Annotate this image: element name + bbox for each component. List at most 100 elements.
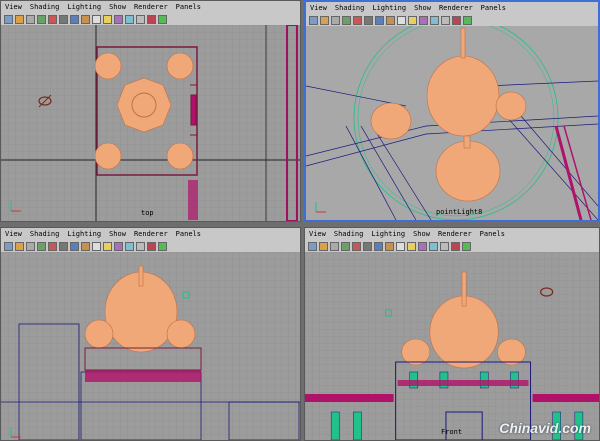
wireframe-icon[interactable] — [70, 14, 79, 24]
resolution-gate-icon[interactable] — [451, 241, 460, 251]
viewport-canvas[interactable] — [1, 252, 300, 440]
menu-panels[interactable]: Panels — [176, 3, 201, 11]
viewport-side[interactable]: View Shading Lighting Show Renderer Panels — [0, 227, 301, 441]
lock-camera-icon[interactable] — [26, 241, 35, 251]
film-gate-icon[interactable] — [158, 241, 167, 251]
panel-toolbar — [1, 13, 300, 25]
grid-icon[interactable] — [59, 14, 68, 24]
xray-icon[interactable] — [396, 241, 405, 251]
lock-camera-icon[interactable] — [26, 14, 35, 24]
menu-shading[interactable]: Shading — [30, 3, 60, 11]
camera-icon[interactable] — [4, 14, 13, 24]
select-camera-icon[interactable] — [15, 14, 24, 24]
viewport-canvas[interactable]: top — [1, 25, 300, 221]
select-camera-icon[interactable] — [320, 15, 329, 25]
xray-icon[interactable] — [92, 14, 101, 24]
menu-renderer[interactable]: Renderer — [134, 3, 168, 11]
grid-icon[interactable] — [59, 241, 68, 251]
menu-lighting[interactable]: Lighting — [371, 230, 405, 238]
menu-lighting[interactable]: Lighting — [67, 230, 101, 238]
bookmark-icon[interactable] — [342, 15, 351, 25]
wireframe-icon[interactable] — [374, 241, 383, 251]
wireframe-icon[interactable] — [375, 15, 384, 25]
camera-icon[interactable] — [4, 241, 13, 251]
select-camera-icon[interactable] — [15, 241, 24, 251]
menu-view[interactable]: View — [5, 3, 22, 11]
texture-icon[interactable] — [114, 14, 123, 24]
texture-icon[interactable] — [114, 241, 123, 251]
camera-icon[interactable] — [308, 241, 317, 251]
texture-icon[interactable] — [419, 15, 428, 25]
isolate-icon[interactable] — [125, 14, 134, 24]
light-icon[interactable] — [408, 15, 417, 25]
camera-label: Front — [441, 428, 463, 436]
menu-view[interactable]: View — [5, 230, 22, 238]
menu-lighting[interactable]: Lighting — [372, 4, 406, 12]
panel-menubar: View Shading Lighting Show Renderer Panels — [1, 1, 300, 13]
bookmark-icon[interactable] — [341, 241, 350, 251]
isolate-icon[interactable] — [429, 241, 438, 251]
menu-show[interactable]: Show — [413, 230, 430, 238]
camera-icon[interactable] — [309, 15, 318, 25]
bookmark-icon[interactable] — [37, 241, 46, 251]
bookmark-icon[interactable] — [37, 14, 46, 24]
viewport-front[interactable]: View Shading Lighting Show Renderer Panels — [304, 227, 600, 441]
light-icon[interactable] — [407, 241, 416, 251]
menu-shading[interactable]: Shading — [335, 4, 365, 12]
side-view-geometry — [1, 252, 300, 440]
film-gate-icon[interactable] — [462, 241, 471, 251]
smooth-shade-icon[interactable] — [386, 15, 395, 25]
menu-view[interactable]: View — [309, 230, 326, 238]
isolate-icon[interactable] — [430, 15, 439, 25]
menu-shading[interactable]: Shading — [30, 230, 60, 238]
image-plane-icon[interactable] — [353, 15, 362, 25]
menu-renderer[interactable]: Renderer — [134, 230, 168, 238]
hud-icon[interactable] — [136, 241, 145, 251]
grid-icon[interactable] — [364, 15, 373, 25]
hud-icon[interactable] — [440, 241, 449, 251]
resolution-gate-icon[interactable] — [452, 15, 461, 25]
smooth-shade-icon[interactable] — [385, 241, 394, 251]
persp-view-geometry — [306, 26, 598, 220]
menu-lighting[interactable]: Lighting — [67, 3, 101, 11]
menu-panels[interactable]: Panels — [176, 230, 201, 238]
light-icon[interactable] — [103, 241, 112, 251]
viewport-top[interactable]: View Shading Lighting Show Renderer Panels — [0, 0, 301, 222]
film-gate-icon[interactable] — [463, 15, 472, 25]
xray-icon[interactable] — [92, 241, 101, 251]
light-icon[interactable] — [103, 14, 112, 24]
wireframe-icon[interactable] — [70, 241, 79, 251]
smooth-shade-icon[interactable] — [81, 14, 90, 24]
resolution-gate-icon[interactable] — [147, 14, 156, 24]
menu-renderer[interactable]: Renderer — [439, 4, 473, 12]
menu-renderer[interactable]: Renderer — [438, 230, 472, 238]
isolate-icon[interactable] — [125, 241, 134, 251]
smooth-shade-icon[interactable] — [81, 241, 90, 251]
menu-show[interactable]: Show — [109, 230, 126, 238]
camera-label: pointLight8 — [436, 208, 483, 216]
top-view-geometry — [1, 25, 300, 221]
viewport-canvas[interactable]: Front Chinavid.com — [305, 252, 599, 440]
image-plane-icon[interactable] — [352, 241, 361, 251]
image-plane-icon[interactable] — [48, 14, 57, 24]
viewport-canvas[interactable]: pointLight8 — [306, 26, 598, 220]
lock-camera-icon[interactable] — [331, 15, 340, 25]
xray-icon[interactable] — [397, 15, 406, 25]
menu-show[interactable]: Show — [414, 4, 431, 12]
lock-camera-icon[interactable] — [330, 241, 339, 251]
viewport-persp[interactable]: View Shading Lighting Show Renderer Panels — [304, 0, 600, 222]
grid-icon[interactable] — [363, 241, 372, 251]
select-camera-icon[interactable] — [319, 241, 328, 251]
menu-shading[interactable]: Shading — [334, 230, 364, 238]
camera-label: top — [141, 209, 154, 217]
menu-view[interactable]: View — [310, 4, 327, 12]
menu-panels[interactable]: Panels — [480, 230, 505, 238]
image-plane-icon[interactable] — [48, 241, 57, 251]
film-gate-icon[interactable] — [158, 14, 167, 24]
hud-icon[interactable] — [136, 14, 145, 24]
texture-icon[interactable] — [418, 241, 427, 251]
resolution-gate-icon[interactable] — [147, 241, 156, 251]
menu-show[interactable]: Show — [109, 3, 126, 11]
hud-icon[interactable] — [441, 15, 450, 25]
menu-panels[interactable]: Panels — [481, 4, 506, 12]
